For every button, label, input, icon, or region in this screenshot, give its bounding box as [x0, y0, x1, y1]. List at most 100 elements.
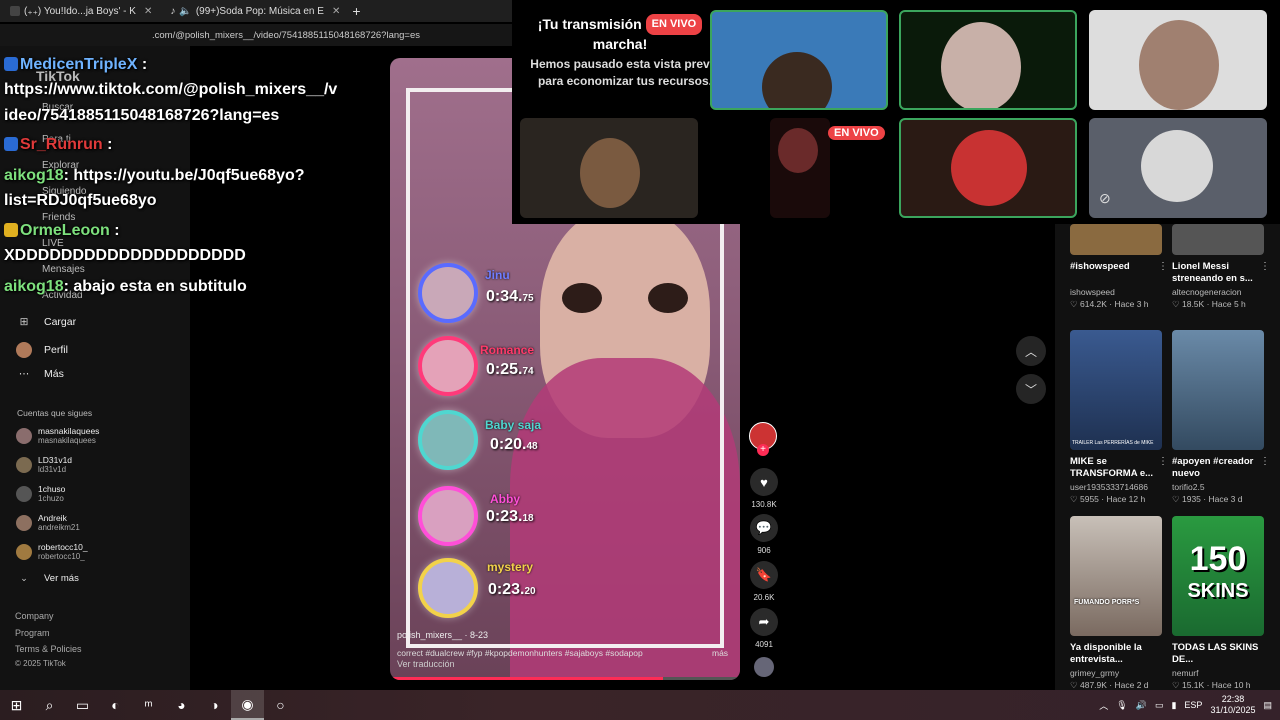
member-time-main: 0:34.: [486, 288, 523, 305]
search-icon[interactable]: ⌕: [33, 690, 66, 720]
account-name: LD31v1d: [38, 455, 73, 465]
rec-card[interactable]: #ishowspeed ishowspeed ♡ 614.2K · Hace 3…: [1070, 224, 1168, 310]
tab-label: (99+)Soda Pop: Música en E: [195, 5, 324, 17]
close-tab-icon[interactable]: ✕: [332, 6, 340, 17]
app-icon[interactable]: ᵐ: [132, 690, 165, 720]
music-disc-icon[interactable]: [754, 657, 774, 677]
volume-icon[interactable]: 🔊: [1136, 700, 1147, 711]
language-indicator[interactable]: ESP: [1184, 700, 1202, 710]
nav-upload[interactable]: ⊞ Cargar: [16, 316, 77, 328]
member-name: Jinu: [485, 268, 510, 282]
rec-user: torifio2.5: [1172, 482, 1205, 492]
browser-icon[interactable]: ◑: [198, 690, 231, 720]
participant-tile[interactable]: [770, 118, 830, 218]
participant-tile[interactable]: [1089, 10, 1267, 110]
browser-tab[interactable]: (₊₊) You!Ido...ja Boys' - K ✕: [4, 1, 158, 21]
see-translation-button[interactable]: Ver traducción: [397, 659, 455, 669]
video-progress-bar[interactable]: [390, 677, 740, 680]
save-action[interactable]: 🔖 20.6K: [749, 561, 779, 602]
footer-program[interactable]: Program: [15, 628, 50, 638]
chat-line: https://www.tiktok.com/@polish_mixers__/…: [4, 81, 337, 99]
avatar: [16, 456, 32, 473]
rec-meta: ♡ 5955 · Hace 12 h: [1070, 494, 1146, 504]
stream-status-line1: ¡Tu transmisión: [537, 16, 642, 32]
participant-video: [762, 52, 832, 108]
new-tab-button[interactable]: +: [352, 3, 360, 19]
more-options-icon[interactable]: ⋮: [1260, 456, 1270, 467]
participant-tile[interactable]: ⊘: [1089, 118, 1267, 218]
comment-action[interactable]: 💬 906: [749, 514, 779, 555]
member-time: 0:34.75: [486, 288, 534, 306]
see-more-button[interactable]: ⌄ Ver más: [16, 573, 79, 584]
bookmark-icon[interactable]: 🔖: [750, 561, 778, 589]
nav-profile[interactable]: Perfil: [16, 342, 68, 358]
following-account[interactable]: masnakilaquees masnakilaquees: [16, 426, 99, 445]
rec-card[interactable]: 150 SKINS TODAS LAS SKINS DE... nemurf ♡…: [1172, 516, 1264, 691]
share-icon[interactable]: ➦: [750, 608, 778, 636]
rec-card[interactable]: Lionel Messi streneando en s... altecnog…: [1172, 224, 1270, 310]
chevron-up-icon[interactable]: ︿: [1099, 699, 1108, 712]
next-video-button[interactable]: ﹀: [1016, 374, 1046, 404]
following-account[interactable]: robertocc10_ robertocc10_: [16, 542, 88, 561]
stream-status-line2: marcha!: [592, 36, 648, 52]
rec-thumbnail: TRAILER Las PERRERÍAS de MIKE: [1070, 330, 1162, 450]
live-badge: EN VIVO: [828, 126, 885, 140]
file-explorer-icon[interactable]: ▭: [66, 690, 99, 720]
heart-icon[interactable]: ♥: [750, 468, 778, 496]
participant-tile[interactable]: [710, 10, 888, 110]
edge-browser-icon[interactable]: ◐: [99, 690, 132, 720]
more-options-icon[interactable]: ⋮: [1158, 261, 1168, 272]
rec-title: #ishowspeed: [1070, 261, 1130, 272]
battery-icon[interactable]: ▮: [1171, 700, 1176, 711]
microphone-icon[interactable]: 🎙: [1116, 700, 1127, 711]
description-more-button[interactable]: más: [712, 648, 728, 658]
discord-icon[interactable]: ◕: [165, 690, 198, 720]
rec-time: Hace 5 h: [1211, 299, 1246, 309]
close-tab-icon[interactable]: ✕: [144, 6, 152, 17]
participant-tile[interactable]: [899, 10, 1077, 110]
footer-company[interactable]: Company: [15, 611, 54, 621]
follow-plus-icon[interactable]: +: [757, 444, 769, 456]
nav-more[interactable]: ⋯ Más: [16, 368, 64, 380]
footer-terms[interactable]: Terms & Policies: [15, 644, 82, 654]
more-options-icon[interactable]: ⋮: [1158, 456, 1168, 467]
member-time-main: 0:23.: [488, 581, 525, 598]
nav-upload-label: Cargar: [44, 316, 77, 328]
following-account[interactable]: LD31v1d ld31v1d: [16, 455, 72, 474]
more-options-icon[interactable]: ⋮: [1260, 261, 1270, 272]
participant-tile[interactable]: [520, 118, 698, 218]
crown-badge-icon: [4, 223, 18, 237]
obs-icon[interactable]: ◉: [231, 690, 264, 720]
participant-tile[interactable]: [899, 118, 1077, 218]
tiktok-icon: ♪: [170, 5, 176, 17]
rec-card[interactable]: TRAILER Las PERRERÍAS de MIKE MIKE se TR…: [1070, 330, 1168, 505]
comment-icon[interactable]: 💬: [750, 514, 778, 542]
rec-title: MIKE se TRANSFORMA e...: [1070, 456, 1154, 479]
rec-likes: 18.5K: [1181, 299, 1205, 309]
network-icon[interactable]: ▭: [1155, 700, 1164, 711]
like-action[interactable]: ♥ 130.8K: [749, 468, 779, 509]
app-circle-icon[interactable]: ○: [264, 690, 297, 720]
previous-video-button[interactable]: ︿: [1016, 336, 1046, 366]
rec-thumbnail-text: FUMANDO PORR*S: [1074, 599, 1140, 606]
member-time-main: 0:23.: [486, 508, 523, 525]
member-avatar: [418, 263, 478, 323]
rec-card[interactable]: FUMANDO PORR*S Ya disponible la entrevis…: [1070, 516, 1162, 691]
following-account[interactable]: 1chuso 1chuzo: [16, 484, 65, 503]
speaker-icon[interactable]: 🔈: [179, 6, 191, 17]
address-bar[interactable]: .com/@polish_mixers__/video/754188511504…: [0, 24, 512, 46]
start-windows-icon[interactable]: ⊞: [0, 690, 33, 720]
clock-date: 31/10/2025: [1210, 705, 1256, 715]
notifications-icon[interactable]: ▤: [1263, 700, 1272, 711]
see-more-label: Ver más: [44, 573, 79, 584]
browser-tab-active[interactable]: ♪ 🔈 (99+)Soda Pop: Música en E ✕: [164, 1, 346, 21]
rec-thumbnail: [1172, 330, 1264, 450]
music-disc[interactable]: [749, 657, 779, 677]
following-account[interactable]: Andreik andreikm21: [16, 513, 80, 532]
clock[interactable]: 22:38 31/10/2025: [1210, 694, 1255, 716]
rec-thumbnail-text: TRAILER Las PERRERÍAS de MIKE: [1072, 440, 1154, 446]
share-action[interactable]: ➦ 4091: [749, 608, 779, 649]
nav-messages[interactable]: Mensajes: [42, 264, 85, 275]
video-author[interactable]: polish_mixers__ · 8-23: [397, 630, 488, 640]
rec-card[interactable]: #apoyen #creador nuevo torifio2.5 ♡ 1935…: [1172, 330, 1270, 505]
